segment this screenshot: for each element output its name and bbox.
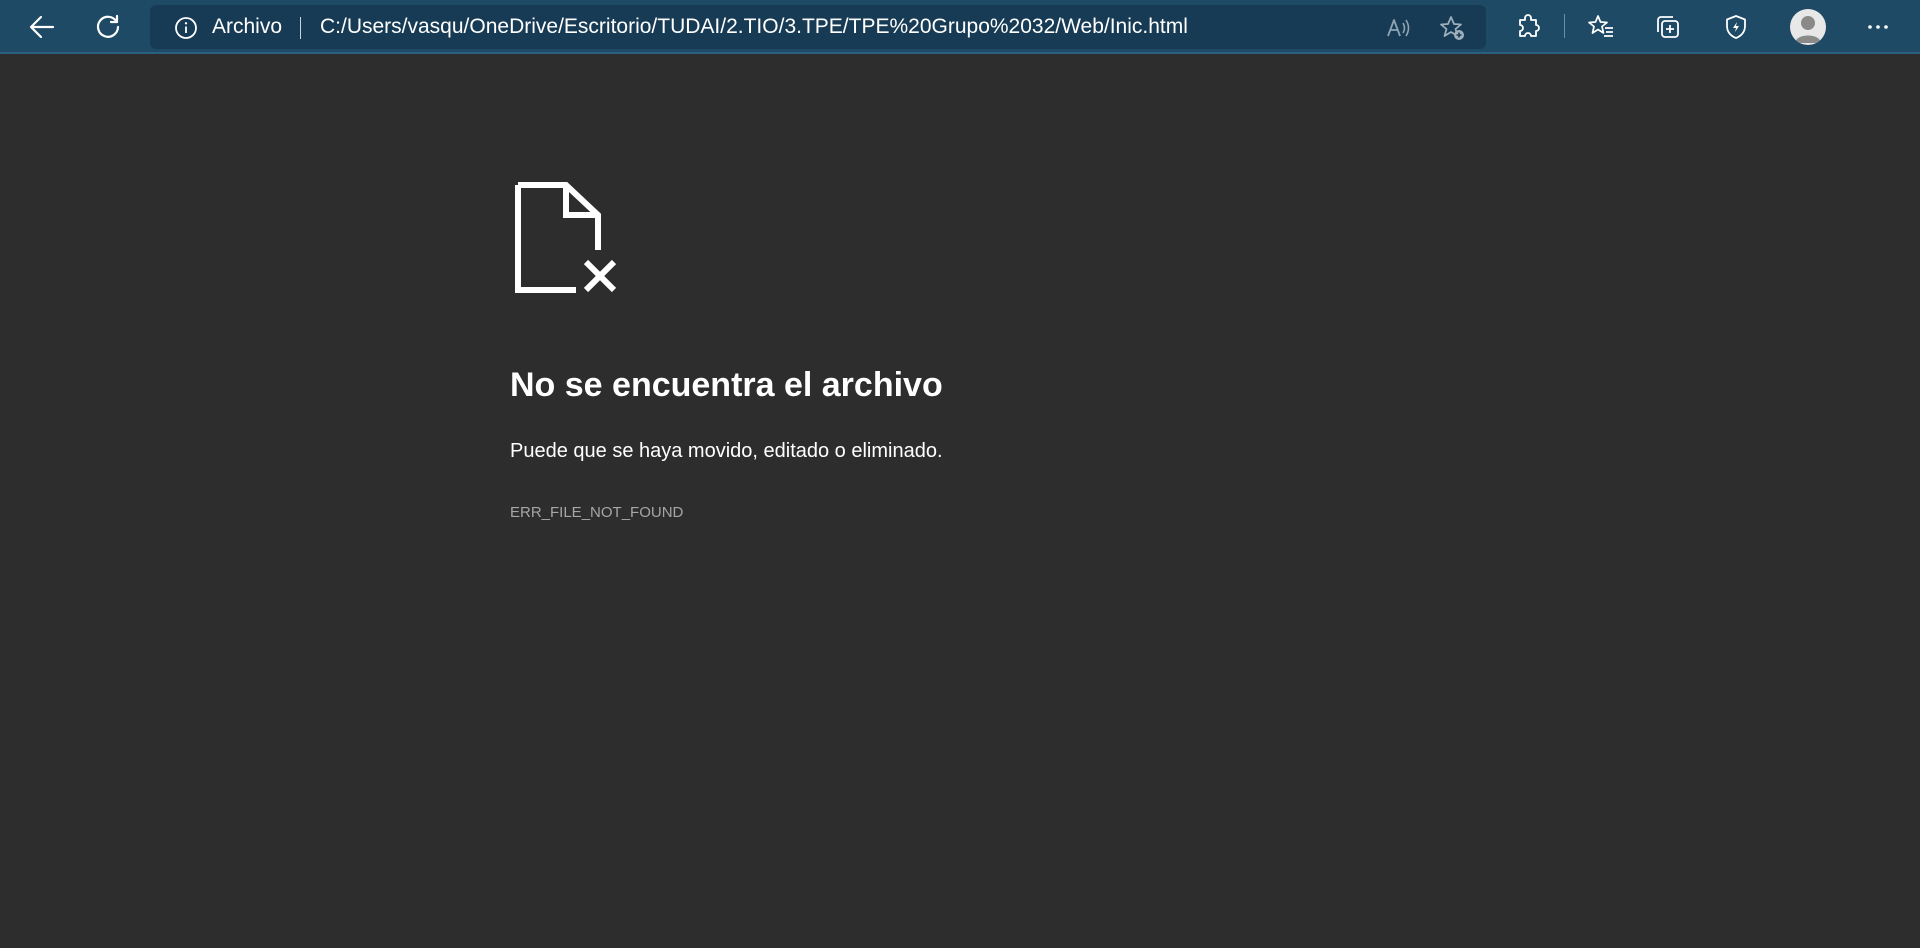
address-origin-label: Archivo: [212, 15, 283, 38]
collections-button[interactable]: [1648, 7, 1688, 47]
error-code: ERR_FILE_NOT_FOUND: [510, 504, 684, 521]
site-info-button[interactable]: [174, 16, 198, 40]
browser-essentials-button[interactable]: [1716, 7, 1756, 47]
more-icon: [1868, 25, 1888, 29]
address-url[interactable]: C:/Users/vasqu/OneDrive/Escritorio/TUDAI…: [320, 5, 1188, 49]
toolbar-separator: [1564, 14, 1565, 38]
add-favorite-button[interactable]: [1438, 14, 1466, 42]
read-aloud-icon: [1387, 19, 1410, 37]
extensions-button[interactable]: [1509, 7, 1549, 47]
address-bar[interactable]: Archivo C:/Users/vasqu/OneDrive/Escritor…: [150, 5, 1486, 49]
read-aloud-button[interactable]: [1384, 14, 1412, 42]
add-favorite-icon: [1440, 16, 1464, 40]
more-button[interactable]: [1858, 7, 1898, 47]
back-icon: [29, 15, 55, 39]
error-title: No se encuentra el archivo: [510, 366, 943, 404]
favorites-button[interactable]: [1581, 7, 1621, 47]
refresh-icon: [96, 14, 120, 38]
favorites-icon: [1588, 15, 1613, 37]
address-divider: [300, 17, 301, 39]
file-not-found-icon: [512, 180, 624, 300]
browser-essentials-icon: [1726, 15, 1746, 39]
collections-icon: [1657, 16, 1679, 38]
profile-avatar-icon: [1795, 16, 1821, 43]
extensions-icon: [1519, 14, 1540, 37]
error-description: Puede que se haya movido, editado o elim…: [510, 440, 943, 462]
browser-toolbar: Archivo C:/Users/vasqu/OneDrive/Escritor…: [0, 0, 1920, 54]
refresh-button[interactable]: [88, 7, 128, 47]
profile-avatar[interactable]: [1790, 9, 1826, 45]
back-button[interactable]: [22, 7, 62, 47]
info-icon: [175, 17, 197, 39]
